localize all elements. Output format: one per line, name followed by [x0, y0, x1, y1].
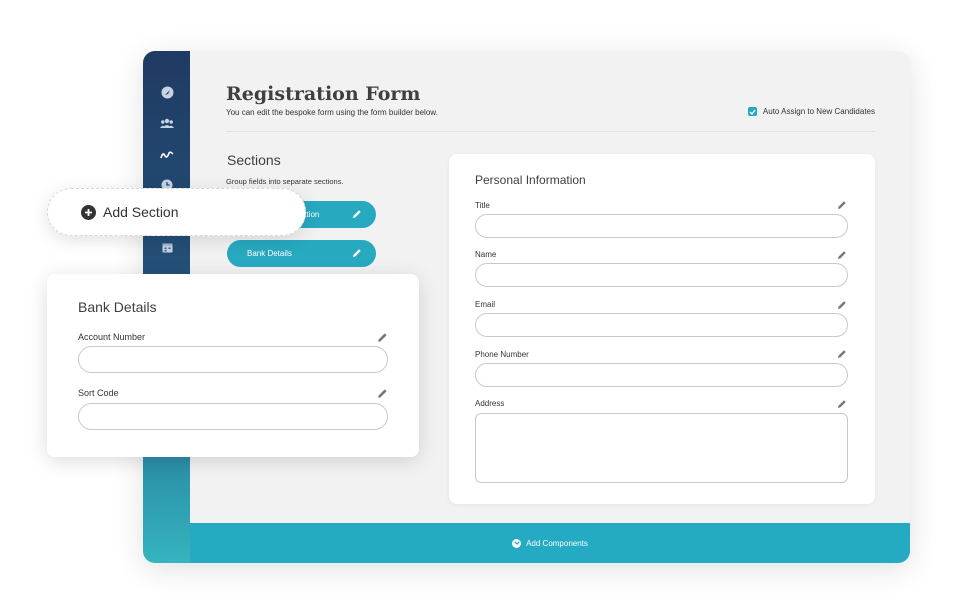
sections-description: Group fields into separate sections.: [226, 177, 344, 186]
plus-circle-icon: [81, 204, 96, 220]
card-title: Bank Details: [78, 299, 157, 315]
auto-assign-toggle[interactable]: Auto Assign to New Candidates: [747, 107, 875, 116]
pencil-icon[interactable]: [837, 250, 847, 260]
sort-code-input[interactable]: [78, 403, 388, 430]
calendar-icon[interactable]: [157, 237, 177, 257]
pencil-icon[interactable]: [837, 399, 847, 409]
account-number-input[interactable]: [78, 346, 388, 373]
field-label-phone-number: Phone Number: [475, 350, 529, 359]
field-label-account-number: Account Number: [78, 332, 146, 342]
field-label-email: Email: [475, 300, 496, 309]
address-textarea[interactable]: [475, 413, 848, 483]
page-subtitle: You can edit the bespoke form using the …: [226, 108, 438, 117]
add-components-label: Add Components: [526, 538, 588, 548]
field-label-title: Title: [475, 201, 490, 210]
section-pill-label: Bank Details: [247, 249, 292, 258]
field-label-name: Name: [475, 250, 497, 259]
users-icon[interactable]: [157, 113, 177, 133]
personal-information-card: Personal Information Title Name Email Ph…: [449, 154, 875, 504]
pencil-icon[interactable]: [837, 200, 847, 210]
page-title: Registration Form: [226, 83, 421, 105]
divider: [226, 131, 875, 132]
add-components-button[interactable]: Add Components: [190, 523, 910, 563]
stage: Registration Form You can edit the bespo…: [0, 0, 962, 614]
pencil-icon[interactable]: [377, 388, 388, 399]
phone-number-input[interactable]: [475, 363, 848, 387]
sections-title: Sections: [227, 152, 281, 168]
auto-assign-label: Auto Assign to New Candidates: [762, 107, 875, 116]
title-input[interactable]: [475, 214, 848, 238]
section-pill-bank-details[interactable]: Bank Details: [227, 240, 376, 267]
signature-icon[interactable]: [157, 145, 177, 165]
add-section-label: Add Section: [103, 204, 179, 220]
pencil-icon[interactable]: [377, 332, 388, 343]
card-title: Personal Information: [475, 173, 586, 187]
name-input[interactable]: [475, 263, 848, 287]
pencil-icon[interactable]: [837, 349, 847, 359]
bank-details-card: Bank Details Account Number Sort Code: [47, 274, 419, 457]
dashboard-icon[interactable]: [157, 82, 177, 102]
pencil-icon[interactable]: [837, 300, 847, 310]
field-label-address: Address: [475, 399, 505, 408]
pencil-icon[interactable]: [352, 209, 362, 221]
pencil-icon[interactable]: [352, 248, 362, 260]
auto-assign-checkbox[interactable]: [747, 107, 757, 116]
field-label-sort-code: Sort Code: [78, 388, 119, 398]
add-section-button[interactable]: Add Section: [47, 188, 306, 236]
email-input[interactable]: [475, 313, 848, 337]
chevron-down-icon: [512, 538, 522, 548]
